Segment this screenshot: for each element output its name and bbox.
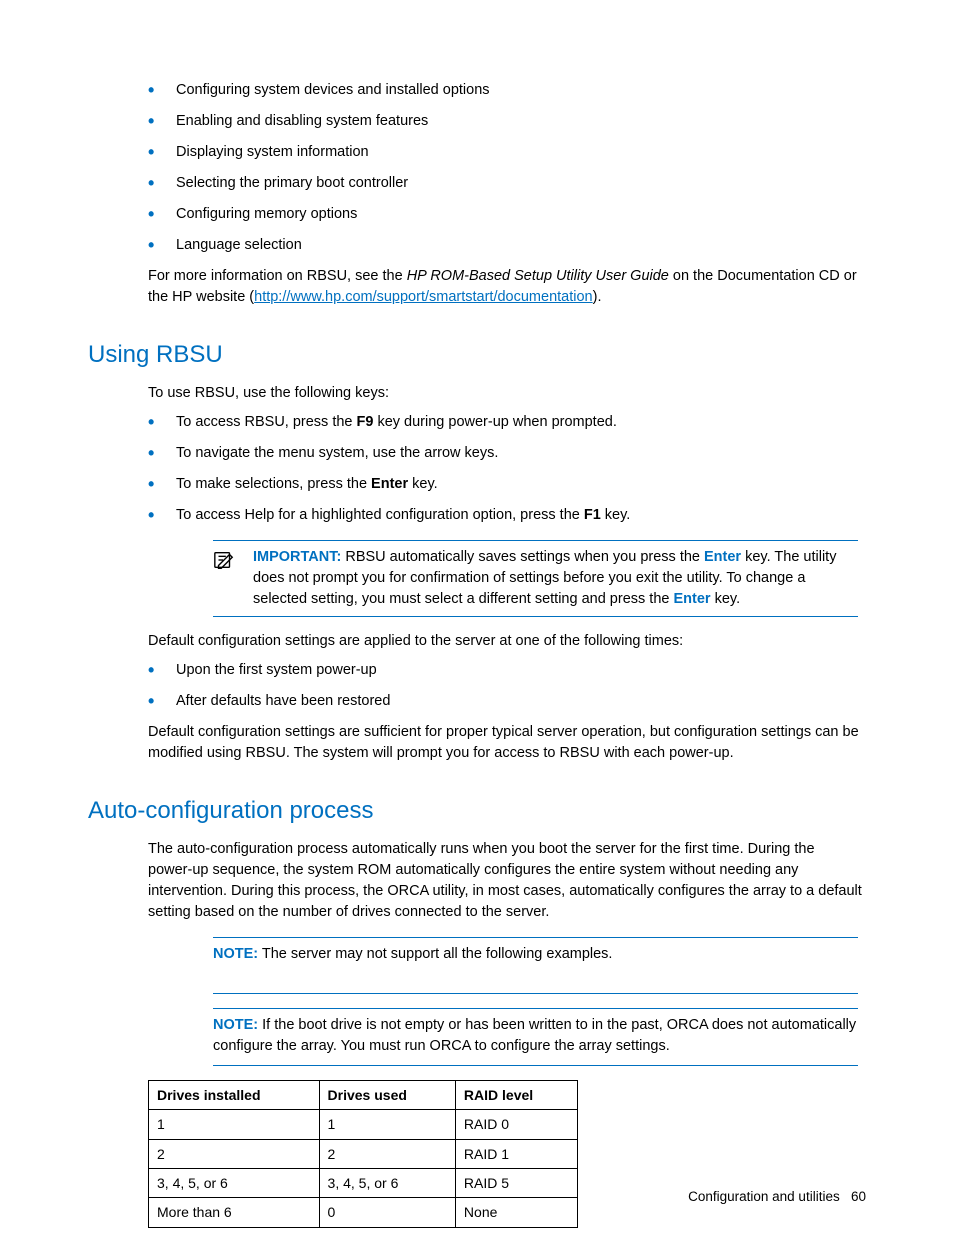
list-item: Enabling and disabling system features: [148, 111, 862, 132]
list-item: Displaying system information: [148, 142, 862, 163]
pencil-note-icon: [213, 547, 253, 578]
col-header-raid-level: RAID level: [455, 1081, 577, 1110]
key-name: F9: [357, 414, 374, 430]
rbsu-keys-list: To access RBSU, press the F9 key during …: [148, 412, 862, 526]
list-item: To access Help for a highlighted configu…: [148, 505, 862, 526]
list-item: To navigate the menu system, use the arr…: [148, 443, 862, 464]
text: After defaults have been restored: [176, 693, 390, 709]
list-item: Configuring system devices and installed…: [148, 80, 862, 101]
info-paragraph: For more information on RBSU, see the HP…: [148, 266, 862, 308]
text: For more information on RBSU, see the: [148, 268, 407, 284]
text: Upon the first system power-up: [176, 662, 377, 678]
table-row: 3, 4, 5, or 6 3, 4, 5, or 6 RAID 5: [149, 1168, 578, 1197]
key-name: Enter: [673, 591, 710, 607]
section1-body: To use RBSU, use the following keys: To …: [148, 383, 862, 764]
intro-text: To use RBSU, use the following keys:: [148, 383, 862, 404]
cell: 2: [149, 1139, 320, 1168]
table-row: More than 6 0 None: [149, 1198, 578, 1227]
col-header-drives-used: Drives used: [319, 1081, 455, 1110]
cell: 2: [319, 1139, 455, 1168]
heading-auto-config: Auto-configuration process: [88, 794, 866, 829]
document-page: Configuring system devices and installed…: [0, 0, 954, 1235]
col-header-drives-installed: Drives installed: [149, 1081, 320, 1110]
auto-config-intro: The auto-configuration process automatic…: [148, 839, 862, 923]
text: key.: [408, 476, 438, 492]
table-row: 1 1 RAID 0: [149, 1110, 578, 1139]
cell: 3, 4, 5, or 6: [319, 1168, 455, 1197]
cell: 1: [149, 1110, 320, 1139]
list-text: Displaying system information: [176, 144, 369, 160]
note-label: NOTE:: [213, 946, 258, 962]
cell: More than 6: [149, 1198, 320, 1227]
key-name: Enter: [704, 549, 741, 565]
text: key.: [711, 591, 741, 607]
key-name: F1: [584, 507, 601, 523]
text: The server may not support all the follo…: [258, 946, 612, 962]
list-text: Language selection: [176, 237, 302, 253]
note-label: NOTE:: [213, 1017, 258, 1033]
default-config-text: Default configuration settings are suffi…: [148, 722, 862, 764]
cell: 0: [319, 1198, 455, 1227]
hp-documentation-link[interactable]: http://www.hp.com/support/smartstart/doc…: [254, 289, 592, 305]
list-text: Configuring system devices and installed…: [176, 82, 490, 98]
cell: 3, 4, 5, or 6: [149, 1168, 320, 1197]
list-text: Enabling and disabling system features: [176, 113, 428, 129]
footer-page-number: 60: [851, 1189, 866, 1204]
text: To access RBSU, press the: [176, 414, 357, 430]
cell: 1: [319, 1110, 455, 1139]
important-callout: IMPORTANT: RBSU automatically saves sett…: [213, 540, 858, 617]
heading-using-rbsu: Using RBSU: [88, 338, 866, 373]
list-item: Selecting the primary boot controller: [148, 173, 862, 194]
note-callout-1: NOTE: The server may not support all the…: [213, 937, 858, 994]
default-times-intro: Default configuration settings are appli…: [148, 631, 862, 652]
text: If the boot drive is not empty or has be…: [213, 1017, 856, 1054]
important-text: IMPORTANT: RBSU automatically saves sett…: [253, 547, 858, 610]
table-header-row: Drives installed Drives used RAID level: [149, 1081, 578, 1110]
important-label: IMPORTANT:: [253, 549, 341, 565]
default-times-list: Upon the first system power-up After def…: [148, 660, 862, 712]
raid-config-table: Drives installed Drives used RAID level …: [148, 1080, 578, 1227]
list-item: Language selection: [148, 235, 862, 256]
top-bullet-block: Configuring system devices and installed…: [148, 80, 862, 308]
cell: RAID 0: [455, 1110, 577, 1139]
list-item: To access RBSU, press the F9 key during …: [148, 412, 862, 433]
page-footer: Configuration and utilities 60: [688, 1187, 866, 1207]
list-item: Configuring memory options: [148, 204, 862, 225]
text: To navigate the menu system, use the arr…: [176, 445, 498, 461]
key-name: Enter: [371, 476, 408, 492]
text: ).: [593, 289, 602, 305]
table-row: 2 2 RAID 1: [149, 1139, 578, 1168]
text: To access Help for a highlighted configu…: [176, 507, 584, 523]
list-item: After defaults have been restored: [148, 691, 862, 712]
note-callout-2: NOTE: If the boot drive is not empty or …: [213, 1008, 858, 1066]
top-bullet-list: Configuring system devices and installed…: [148, 80, 862, 256]
cell: RAID 1: [455, 1139, 577, 1168]
text: key.: [601, 507, 631, 523]
list-text: Selecting the primary boot controller: [176, 175, 408, 191]
text: To make selections, press the: [176, 476, 371, 492]
list-item: To make selections, press the Enter key.: [148, 474, 862, 495]
cell: None: [455, 1198, 577, 1227]
list-item: Upon the first system power-up: [148, 660, 862, 681]
footer-section: Configuration and utilities: [688, 1189, 840, 1204]
section2-body: The auto-configuration process automatic…: [148, 839, 862, 1228]
cell: RAID 5: [455, 1168, 577, 1197]
text: RBSU automatically saves settings when y…: [341, 549, 704, 565]
italic-title: HP ROM-Based Setup Utility User Guide: [407, 268, 669, 284]
text: key during power-up when prompted.: [373, 414, 616, 430]
list-text: Configuring memory options: [176, 206, 357, 222]
